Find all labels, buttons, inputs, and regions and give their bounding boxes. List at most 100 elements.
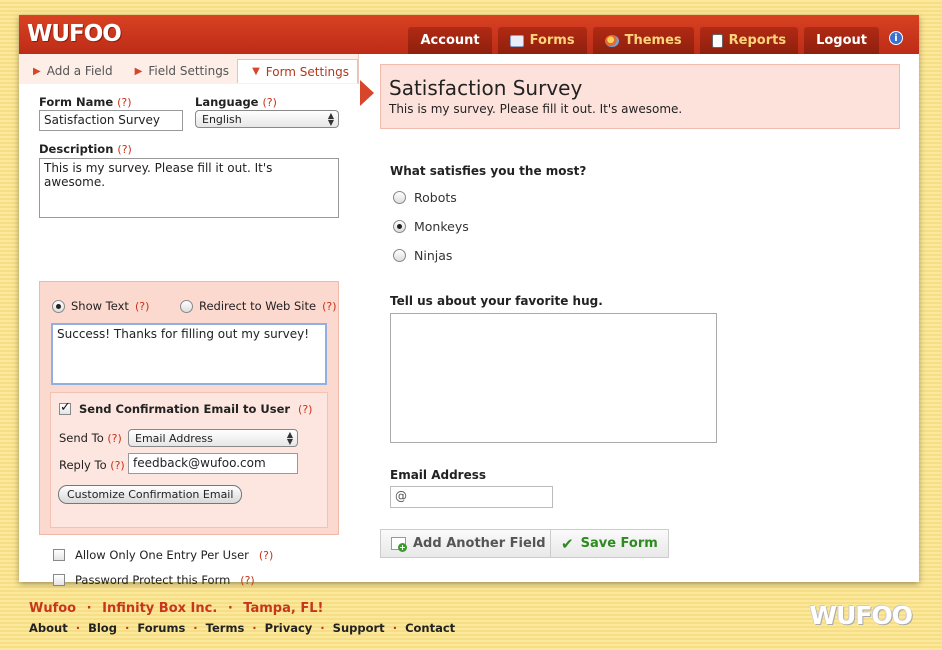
show-text-radio[interactable]: [52, 299, 65, 313]
send-email-option[interactable]: Send Confirmation Email to User (?): [59, 400, 312, 416]
show-text-label: Show Text: [71, 299, 129, 313]
footer-link-terms[interactable]: Terms: [206, 621, 245, 635]
choice-ninjas[interactable]: Ninjas: [393, 248, 452, 263]
language-label-text: Language: [195, 95, 259, 109]
radio-ninjas[interactable]: [393, 249, 406, 262]
nav-reports[interactable]: Reports: [699, 27, 799, 54]
help-link[interactable]: (?): [240, 574, 254, 587]
send-to-label-text: Send To: [59, 431, 104, 445]
help-link[interactable]: (?): [322, 300, 336, 313]
footer-org[interactable]: Infinity Box Inc.: [102, 601, 217, 616]
footer-sep: ·: [392, 621, 398, 635]
help-link[interactable]: (?): [259, 549, 273, 562]
save-form-button[interactable]: ✔ Save Form: [550, 529, 669, 558]
nav-account-label: Account: [420, 33, 480, 48]
tab-form-settings[interactable]: ▼ Form Settings: [237, 59, 359, 83]
form-name-label: Form Name (?): [39, 95, 132, 109]
footer-location: Tampa, FL!: [243, 601, 324, 616]
main-nav: Account Forms Themes Reports Logout: [408, 27, 879, 54]
send-email-checkbox[interactable]: [59, 400, 71, 415]
nav-logout-label: Logout: [816, 33, 867, 48]
one-entry-checkbox[interactable]: [53, 549, 65, 561]
footer-link-about[interactable]: About: [29, 621, 68, 635]
tab-field-settings[interactable]: ▶ Field Settings: [121, 60, 237, 82]
checkmark-icon: ✔: [561, 534, 574, 553]
tab-form-settings-label: Form Settings: [265, 64, 350, 79]
wufoo-logo[interactable]: WUFOO: [27, 21, 122, 47]
nav-forms[interactable]: Forms: [497, 27, 587, 54]
language-value: English: [202, 113, 242, 126]
footer-link-contact[interactable]: Contact: [405, 621, 455, 635]
top-bar: WUFOO Account Forms Themes Reports Logou…: [19, 15, 919, 54]
email-input[interactable]: @: [390, 486, 553, 508]
footer-link-blog[interactable]: Blog: [88, 621, 117, 635]
description-label-text: Description: [39, 142, 114, 156]
help-link[interactable]: (?): [298, 403, 312, 416]
form-settings-body: Form Name (?) Satisfaction Survey Langua…: [19, 84, 359, 587]
footer-link-support[interactable]: Support: [333, 621, 385, 635]
send-email-label: Send Confirmation Email to User: [79, 402, 291, 416]
add-field-button[interactable]: + Add Another Field: [380, 529, 557, 558]
form-description: This is my survey. Please fill it out. I…: [389, 102, 683, 116]
form-title: Satisfaction Survey: [389, 76, 583, 100]
form-header[interactable]: Satisfaction Survey This is my survey. P…: [380, 64, 900, 129]
tab-add-field-label: Add a Field: [46, 64, 113, 78]
footer-company[interactable]: Wufoo: [29, 601, 76, 616]
form-name-input[interactable]: Satisfaction Survey: [39, 110, 183, 131]
one-entry-option[interactable]: Allow Only One Entry Per User (?): [53, 548, 273, 562]
choice-robots[interactable]: Robots: [393, 190, 457, 205]
save-form-label: Save Form: [580, 536, 658, 551]
panel-tabs: ▶ Add a Field ▶ Field Settings ▼ Form Se…: [19, 59, 359, 84]
send-to-value: Email Address: [135, 432, 213, 445]
language-label: Language (?): [195, 95, 277, 109]
tab-add-field[interactable]: ▶ Add a Field: [19, 60, 121, 82]
description-textarea[interactable]: This is my survey. Please fill it out. I…: [39, 158, 339, 218]
arrow-right-icon: ▶: [33, 65, 41, 77]
footer-sep: ·: [193, 621, 198, 635]
nav-account[interactable]: Account: [408, 27, 492, 54]
help-link[interactable]: (?): [117, 143, 131, 156]
customize-email-button[interactable]: Customize Confirmation Email: [58, 485, 243, 504]
help-link[interactable]: (?): [135, 300, 149, 313]
radio-monkeys[interactable]: [393, 220, 406, 233]
help-link[interactable]: (?): [117, 96, 131, 109]
info-icon[interactable]: i: [889, 31, 903, 45]
reply-to-input[interactable]: feedback@wufoo.com: [128, 453, 298, 474]
redirect-label: Redirect to Web Site: [199, 299, 317, 313]
help-link[interactable]: (?): [107, 432, 121, 445]
footer-link-forums[interactable]: Forums: [137, 621, 185, 635]
footer-company-line: Wufoo · Infinity Box Inc. · Tampa, FL!: [29, 601, 455, 616]
confirmation-textarea[interactable]: Success! Thanks for filling out my surve…: [51, 323, 327, 385]
hug-textarea[interactable]: [390, 313, 717, 443]
choice-monkeys-label: Monkeys: [414, 219, 469, 234]
password-checkbox[interactable]: [53, 574, 65, 586]
nav-logout[interactable]: Logout: [804, 27, 879, 54]
footer-sep: ·: [75, 621, 81, 635]
choice-monkeys[interactable]: Monkeys: [393, 219, 469, 234]
reports-icon: [711, 33, 723, 48]
password-label: Password Protect this Form: [75, 573, 231, 587]
footer-dot: ·: [86, 601, 92, 616]
nav-themes[interactable]: Themes: [592, 27, 694, 54]
radio-robots[interactable]: [393, 191, 406, 204]
select-arrows-icon: ▲ ▼: [327, 111, 334, 127]
forms-icon: [509, 34, 524, 47]
footer: Wufoo · Infinity Box Inc. · Tampa, FL! A…: [29, 601, 455, 635]
send-to-select[interactable]: Email Address ▲ ▼: [128, 429, 298, 447]
redirect-option[interactable]: Redirect to Web Site (?): [180, 299, 337, 313]
help-link[interactable]: (?): [263, 96, 277, 109]
show-text-option[interactable]: Show Text (?): [52, 299, 149, 313]
email-options-box: Send Confirmation Email to User (?) Send…: [50, 392, 328, 528]
help-link[interactable]: (?): [110, 459, 124, 472]
choice-ninjas-label: Ninjas: [414, 248, 453, 263]
form-preview: Satisfaction Survey This is my survey. P…: [360, 54, 919, 582]
description-label: Description (?): [39, 142, 132, 156]
reply-to-label: Reply To (?): [59, 458, 125, 472]
password-option[interactable]: Password Protect this Form (?): [53, 573, 255, 587]
footer-link-privacy[interactable]: Privacy: [265, 621, 313, 635]
footer-logo: WUFOO: [809, 601, 913, 630]
redirect-radio[interactable]: [180, 299, 193, 313]
footer-sep: ·: [320, 621, 325, 635]
language-select[interactable]: English ▲ ▼: [195, 110, 339, 128]
question-1-label: What satisfies you the most?: [390, 164, 587, 178]
